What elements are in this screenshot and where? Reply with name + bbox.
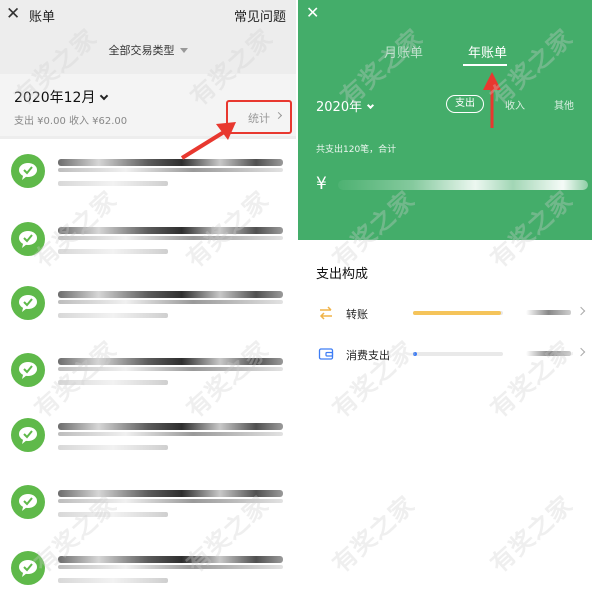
section-title: 支出构成: [316, 267, 369, 282]
month-totals: 支出 ¥0.00 收入 ¥62.00: [14, 116, 128, 127]
wechat-icon: [11, 222, 45, 256]
category-label: 转账: [346, 308, 368, 321]
chevron-right-icon: [576, 347, 586, 357]
year-label: 2020年: [316, 100, 363, 115]
wechat-icon: [11, 418, 45, 452]
month-label: 2020年12月: [14, 90, 96, 106]
list-item[interactable]: [0, 154, 296, 216]
annotation-arrow-icon: [180, 122, 236, 160]
wallet-icon: [318, 348, 334, 360]
wechat-icon: [11, 353, 45, 387]
annotation-arrow-icon: [483, 72, 501, 128]
bill-list-screen: ✕ 账单 常见问题 全部交易类型 2020年12月 支出 ¥0.00 收入 ¥6…: [0, 0, 296, 590]
category-row-transfer[interactable]: 转账: [298, 305, 592, 327]
redacted-amount: [338, 180, 588, 190]
annual-bill-screen: ✕ 月账单 年账单 2020年 支出 收入 其他 共支出120笔，合计 ¥ 支出…: [298, 0, 592, 590]
year-picker[interactable]: 2020年: [316, 96, 375, 115]
redacted-amount: [526, 310, 571, 315]
category-bar-fill: [413, 352, 417, 356]
page-title: 账单: [29, 10, 56, 25]
transfer-icon: [319, 306, 332, 320]
tab-income[interactable]: 收入: [505, 97, 525, 112]
wechat-icon: [11, 154, 45, 188]
tab-expense[interactable]: 支出: [446, 95, 484, 113]
wechat-icon: [11, 485, 45, 519]
redacted-amount: [526, 351, 571, 356]
transaction-list: [0, 139, 296, 590]
list-item[interactable]: [0, 286, 296, 348]
list-item[interactable]: [0, 418, 296, 480]
annual-total-label: 共支出120笔，合计: [316, 145, 397, 155]
annual-header: ✕ 月账单 年账单 2020年 支出 收入 其他 共支出120笔，合计 ¥: [298, 0, 592, 240]
caret-down-icon: [179, 48, 188, 53]
wechat-icon: [11, 551, 45, 585]
transaction-type-filter[interactable]: 全部交易类型: [0, 42, 296, 58]
chevron-right-icon: [576, 306, 586, 316]
category-bar: [413, 311, 503, 315]
currency-symbol: ¥: [316, 174, 327, 194]
wechat-icon: [11, 286, 45, 320]
list-item[interactable]: [0, 222, 296, 284]
chevron-down-icon: [100, 91, 109, 101]
tab-annual-bill[interactable]: 年账单: [468, 42, 507, 61]
list-item[interactable]: [0, 551, 296, 590]
category-bar: [413, 352, 503, 356]
category-label: 消费支出: [346, 349, 390, 362]
list-item[interactable]: [0, 353, 296, 415]
tab-other[interactable]: 其他: [554, 97, 574, 112]
chevron-down-icon: [367, 101, 375, 110]
tab-monthly-bill[interactable]: 月账单: [384, 42, 423, 61]
faq-button[interactable]: 常见问题: [234, 6, 286, 25]
filter-label: 全部交易类型: [108, 44, 175, 57]
category-row-consumption[interactable]: 消费支出: [298, 346, 592, 368]
close-icon[interactable]: ✕: [306, 3, 319, 22]
month-picker[interactable]: 2020年12月: [14, 87, 109, 107]
active-tab-indicator: [463, 64, 507, 66]
category-bar-fill: [413, 311, 502, 315]
top-bar: ✕ 账单 常见问题: [0, 0, 296, 30]
stats-label: 统计: [248, 112, 270, 125]
list-item[interactable]: [0, 485, 296, 547]
close-icon[interactable]: ✕: [6, 4, 20, 24]
